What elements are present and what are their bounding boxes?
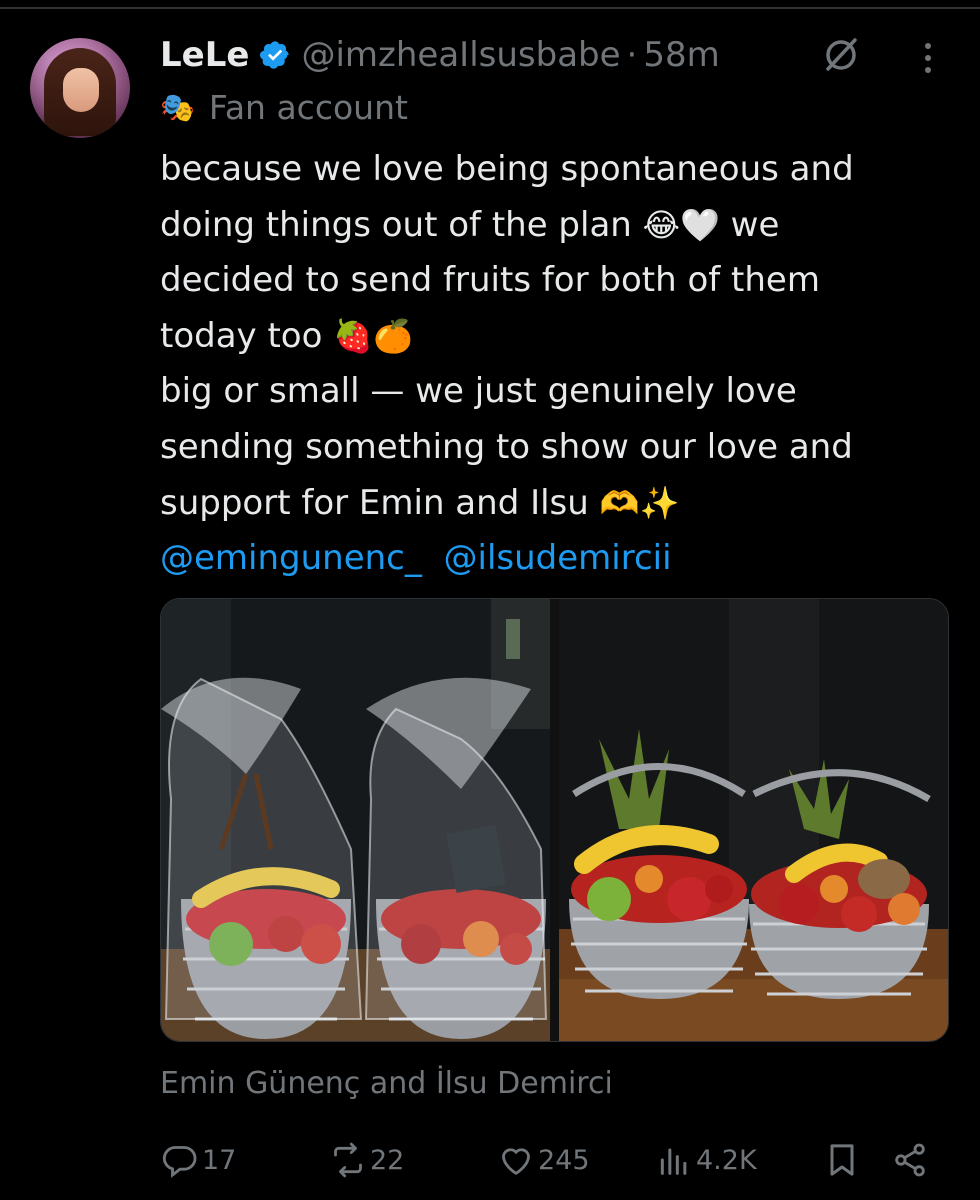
bookmark-icon [822, 1140, 862, 1180]
share-button[interactable] [890, 1138, 930, 1182]
more-dot [925, 43, 931, 49]
views-icon [654, 1140, 694, 1180]
laughing-heart-emoji: 😂🤍 [642, 205, 720, 244]
affiliation-label: Fan account [208, 87, 408, 127]
text-line: today too 🍓🍊 [160, 309, 960, 365]
more-dot [925, 67, 931, 73]
text-line: decided to send fruits for both of them [160, 260, 820, 301]
affiliation-row: 🎭 Fan account [160, 86, 408, 128]
post-timestamp[interactable]: 58m [643, 35, 719, 75]
repost-count: 22 [370, 1144, 405, 1176]
verified-badge-icon [259, 39, 291, 71]
post-header: LeLe @imzheaIlsusbabe · 58m [160, 28, 720, 82]
avatar-face [63, 68, 99, 112]
action-bar: 17 22 245 4.2K [160, 1138, 950, 1182]
top-divider [0, 7, 980, 9]
bookmark-button[interactable] [822, 1138, 862, 1182]
media-caption: Emin Günenç and İlsu Demirci [160, 1066, 613, 1101]
reply-button[interactable]: 17 [160, 1138, 236, 1182]
views-button[interactable]: 4.2K [654, 1138, 757, 1182]
display-name[interactable]: LeLe [160, 35, 249, 75]
reply-icon [160, 1140, 200, 1180]
text-fragment: doing things out of the plan [160, 204, 643, 245]
mentions-line: @emingunenc_ @ilsudemircii [160, 531, 960, 587]
photo-wrapped-baskets[interactable] [161, 599, 550, 1041]
mention-link[interactable]: @ilsudemircii [444, 538, 672, 578]
separator-dot: · [626, 35, 638, 75]
text-line: doing things out of the plan 😂🤍 we [160, 198, 960, 254]
reply-count: 17 [202, 1144, 237, 1176]
mention-link[interactable]: @emingunenc_ [160, 538, 422, 578]
theater-mask-icon: 🎭 [160, 90, 195, 124]
grok-icon[interactable] [822, 36, 860, 74]
like-count: 245 [538, 1144, 590, 1176]
text-fragment: we [719, 204, 780, 245]
more-dot [925, 55, 931, 61]
views-count: 4.2K [696, 1144, 757, 1176]
fruit-emoji: 🍓🍊 [333, 316, 413, 355]
user-handle[interactable]: @imzheaIlsusbabe [301, 35, 620, 75]
text-line: sending something to show our love and [160, 426, 853, 467]
heart-icon [496, 1140, 536, 1180]
heart-hands-sparkles-emoji: 🫶✨ [599, 483, 680, 522]
repost-icon [328, 1140, 368, 1180]
post-text: because we love being spontaneous and do… [160, 142, 960, 587]
more-icon[interactable] [918, 40, 938, 76]
text-fragment: support for Emin and Ilsu [160, 482, 600, 523]
text-line: big or small — we just genuinely love [160, 371, 797, 412]
repost-button[interactable]: 22 [328, 1138, 404, 1182]
like-button[interactable]: 245 [496, 1138, 590, 1182]
avatar[interactable] [30, 38, 130, 138]
text-fragment: today too [160, 315, 334, 356]
photo-open-baskets[interactable] [559, 599, 948, 1041]
media-grid [160, 598, 949, 1042]
text-line: support for Emin and Ilsu 🫶✨ [160, 476, 960, 532]
share-icon [890, 1140, 930, 1180]
text-line: because we love being spontaneous and [160, 149, 854, 189]
